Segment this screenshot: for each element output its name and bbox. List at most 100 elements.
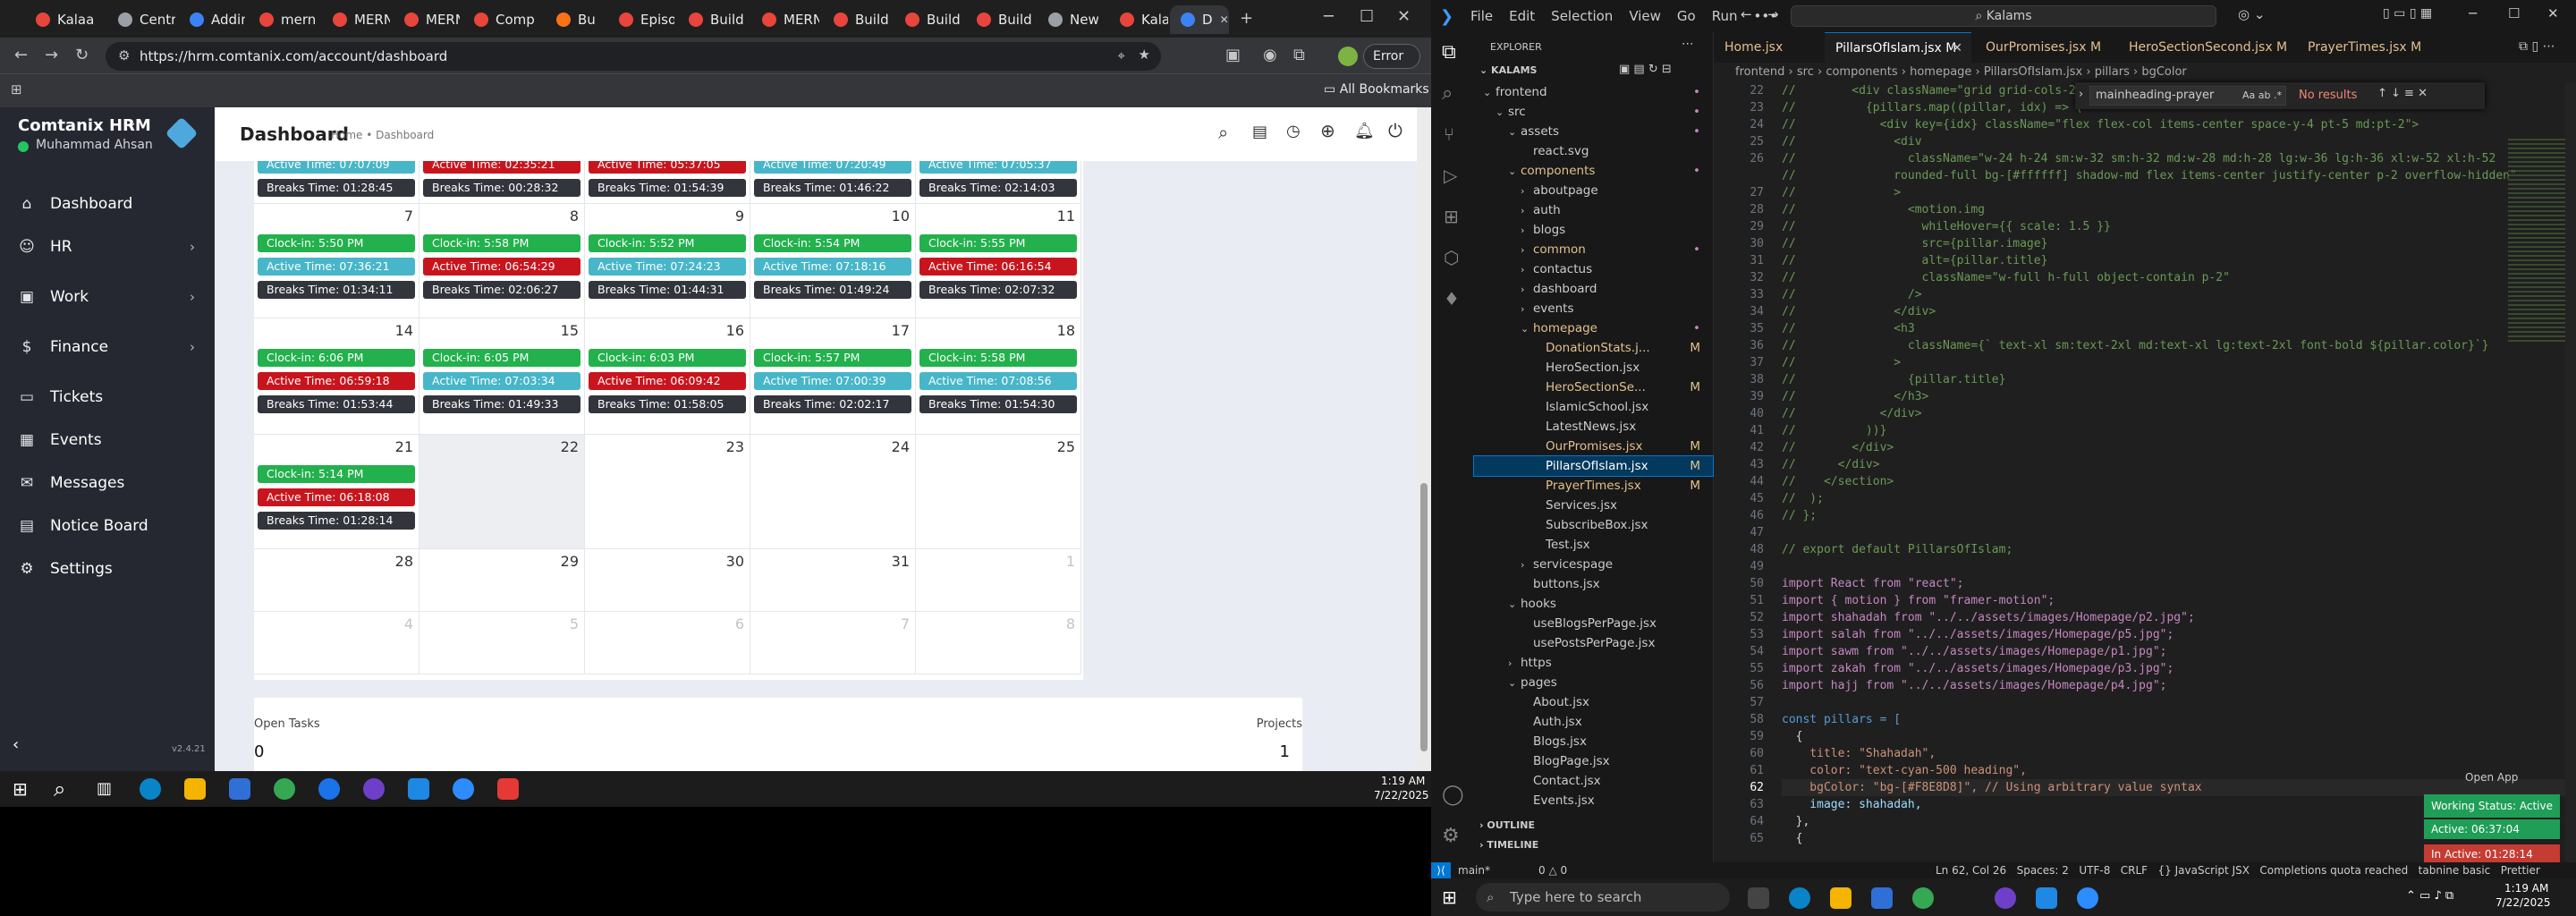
- remote-status[interactable]: ⟩⟨: [1431, 862, 1451, 878]
- tree-folder[interactable]: › https: [1474, 653, 1713, 673]
- tree-folder[interactable]: ⌄ hooks: [1474, 594, 1713, 614]
- menu-item-run[interactable]: Run: [1712, 8, 1738, 24]
- sticky-note-icon[interactable]: ▤: [1252, 123, 1267, 141]
- vscode-icon-2[interactable]: [2036, 887, 2057, 909]
- back-icon[interactable]: ←: [14, 47, 28, 64]
- tree-file[interactable]: react.svg: [1474, 141, 1713, 161]
- collapse-icon[interactable]: ‹: [13, 735, 19, 754]
- edge-icon[interactable]: [140, 778, 161, 800]
- power-icon[interactable]: ⏻: [1388, 120, 1402, 141]
- problems-status[interactable]: 0 △ 0: [1538, 862, 1567, 878]
- extension-icon[interactable]: ▣: [1225, 47, 1241, 64]
- tab-close-icon[interactable]: ✕: [1220, 13, 1229, 26]
- tree-file[interactable]: Blogs.jsx: [1474, 732, 1713, 751]
- layout-icon[interactable]: ▯ ▭ ▯ ▦: [2383, 6, 2432, 21]
- editor-tab[interactable]: OurPromises.jsx M: [1975, 32, 2114, 63]
- maximize-icon[interactable]: ☐: [1360, 9, 1374, 25]
- extensions-icon[interactable]: ⊞: [1444, 206, 1459, 227]
- apps-icon[interactable]: ⊞: [11, 81, 22, 98]
- editor-scrollbar[interactable]: [2565, 82, 2576, 862]
- editor-tab[interactable]: HeroSectionSecond.jsx M: [2118, 32, 2293, 63]
- browser-tab[interactable]: MERN: [322, 5, 390, 34]
- tree-folder[interactable]: ⌄ pages: [1474, 673, 1713, 692]
- tree-file[interactable]: OurPromises.jsx M: [1474, 437, 1713, 456]
- calendar-day[interactable]: 9 Clock-in: 5:52 PM Active Time: 07:24:23 B…: [585, 204, 750, 318]
- calendar-day[interactable]: 7 Clock-in: 5:50 PM Active Time: 07:36:21 B…: [254, 204, 419, 318]
- calendar-day[interactable]: 17 Clock-in: 5:57 PM Active Time: 07:00:39…: [750, 318, 916, 435]
- calendar-day[interactable]: 8: [916, 612, 1081, 674]
- tree-folder[interactable]: › servicespage: [1474, 555, 1713, 574]
- tree-folder[interactable]: ⌄ homepage •: [1474, 318, 1713, 338]
- outline-section[interactable]: › OUTLINE: [1479, 819, 1535, 831]
- tree-file[interactable]: buttons.jsx: [1474, 574, 1713, 594]
- browser-tab[interactable]: New: [1038, 5, 1106, 34]
- clock-icon[interactable]: ◷: [1286, 122, 1301, 140]
- tabnine-icon[interactable]: ♦: [1444, 288, 1460, 310]
- menu-item-go[interactable]: Go: [1677, 8, 1696, 24]
- location-icon[interactable]: ⌖: [1118, 47, 1125, 64]
- close-icon[interactable]: ✕: [1397, 9, 1411, 25]
- browser-tab[interactable]: Comp: [463, 5, 542, 34]
- calendar-day[interactable]: 18 Clock-in: 5:58 PM Active Time: 07:08:56…: [916, 318, 1081, 435]
- tree-file[interactable]: Services.jsx: [1474, 496, 1713, 515]
- zoom-icon-2[interactable]: [2077, 887, 2098, 909]
- reload-icon[interactable]: ↻: [75, 47, 89, 64]
- search-activity-icon[interactable]: ⌕: [1442, 82, 1453, 105]
- browser-tab[interactable]: Build: [678, 5, 748, 34]
- menu-item-file[interactable]: File: [1470, 8, 1493, 24]
- calendar-day[interactable]: 28: [254, 549, 419, 612]
- browser-tab[interactable]: Bu: [546, 5, 605, 34]
- minimize-icon[interactable]: ─: [1324, 9, 1334, 25]
- edge-icon-2[interactable]: [1789, 887, 1810, 909]
- sidebar-item-messages[interactable]: ✉ Messages: [0, 463, 215, 503]
- vscode-minimize-icon[interactable]: ─: [2469, 5, 2477, 21]
- tree-file[interactable]: BlogPage.jsx: [1474, 751, 1713, 771]
- search-taskbar-icon[interactable]: ⌕: [54, 776, 65, 802]
- copilot-icon[interactable]: ◎ ⌄: [2238, 6, 2265, 22]
- browser-tab[interactable]: mern: [249, 5, 318, 34]
- scrollbar-thumb[interactable]: [1420, 483, 1428, 751]
- explorer-icon[interactable]: ⧉: [1442, 41, 1456, 64]
- sidebar-item-settings[interactable]: ⚙ Settings: [0, 549, 215, 589]
- tree-file[interactable]: PillarsOfIslam.jsx M: [1473, 455, 1714, 477]
- editor-actions-icon[interactable]: ⧉ ▯ ⋯: [2519, 39, 2555, 54]
- start-icon[interactable]: ⊞: [13, 780, 30, 798]
- new-tab-button[interactable]: +: [1240, 11, 1253, 27]
- tree-file[interactable]: Test.jsx: [1474, 535, 1713, 555]
- browser-tab[interactable]: Episo: [608, 5, 674, 34]
- menu-item-view[interactable]: View: [1629, 8, 1661, 24]
- timeline-section[interactable]: › TIMELINE: [1479, 839, 1538, 851]
- app-icon-2[interactable]: [497, 778, 519, 800]
- extension-icon-2[interactable]: ◉: [1263, 47, 1277, 64]
- calendar-day[interactable]: 30: [585, 549, 750, 612]
- bookmark-star-icon[interactable]: ★: [1139, 47, 1150, 63]
- tree-folder[interactable]: ⌄ frontend •: [1474, 82, 1713, 102]
- run-debug-icon[interactable]: ▷: [1444, 165, 1457, 186]
- sidebar-item-notice-board[interactable]: ▤ Notice Board: [0, 506, 215, 546]
- find-nav-icons[interactable]: ↑ ↓ ≡ ✕: [2377, 87, 2428, 100]
- calendar-day[interactable]: 31: [750, 549, 916, 612]
- error-button[interactable]: Error ⋮: [1363, 44, 1420, 87]
- browser-tab[interactable]: Addin: [179, 5, 245, 34]
- vscode-icon[interactable]: [408, 778, 429, 800]
- chevron-down-icon[interactable]: ⌄: [127, 116, 137, 130]
- calendar-day[interactable]: 1: [916, 549, 1081, 612]
- all-bookmarks[interactable]: ▭ All Bookmarks: [1324, 82, 1429, 97]
- calendar-day[interactable]: 6: [585, 612, 750, 674]
- tree-folder[interactable]: › common •: [1474, 240, 1713, 259]
- tree-file[interactable]: usePostsPerPage.jsx: [1474, 633, 1713, 653]
- calendar-day[interactable]: 29: [419, 549, 585, 612]
- editor-breadcrumb[interactable]: frontend › src › components › homepage ›…: [1714, 63, 2576, 82]
- editor-tab[interactable]: Home.jsx: [1714, 32, 1821, 63]
- zoom-icon[interactable]: [453, 778, 474, 800]
- store-icon[interactable]: [229, 778, 250, 800]
- tree-file[interactable]: DonationStats.j... M: [1474, 338, 1713, 358]
- store-icon-2[interactable]: [1871, 887, 1893, 909]
- new-file-icon[interactable]: ▣ ▤ ↻ ⊟: [1619, 63, 1672, 76]
- tree-file[interactable]: useBlogsPerPage.jsx: [1474, 614, 1713, 633]
- back-nav-icon[interactable]: ←: [1741, 6, 1752, 22]
- task-view-icon-2[interactable]: [1748, 887, 1769, 909]
- tree-file[interactable]: About.jsx: [1474, 692, 1713, 712]
- tree-file[interactable]: HeroSectionSe... M: [1474, 377, 1713, 397]
- account-icon[interactable]: ◯: [1442, 784, 1464, 806]
